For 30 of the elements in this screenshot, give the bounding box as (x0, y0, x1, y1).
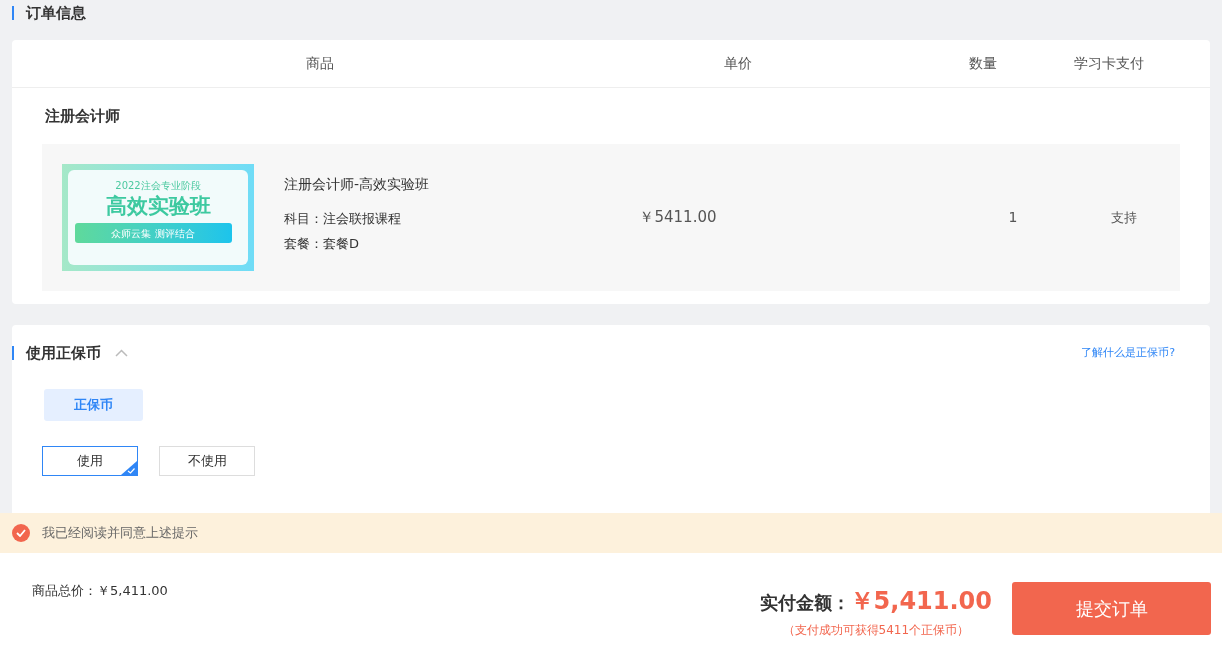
banner-ribbon: 众师云集 测评结合 (74, 223, 232, 243)
study-card-support: 支持 (1111, 208, 1137, 227)
banner-subtitle: 2022注会专业阶段 (115, 180, 201, 192)
option-button[interactable]: 不使用 (159, 446, 255, 476)
check-corner-icon (121, 461, 137, 475)
agreement-checkbox[interactable] (12, 524, 30, 542)
agreement-text: 我已经阅读并同意上述提示 (42, 524, 198, 543)
column-header: 商品 (306, 54, 334, 73)
submit-button[interactable]: 提交订单 (1012, 582, 1211, 635)
chevron-icon[interactable] (115, 349, 128, 357)
option-button[interactable]: 使用 (42, 446, 138, 476)
total-price: 商品总价：￥5,411.00 (32, 582, 168, 600)
quantity: 1 (1008, 208, 1018, 227)
banner-headline: 高效实验班 (105, 193, 211, 220)
section-title: 订单信息 (26, 2, 86, 24)
product-package: 套餐：套餐D (284, 235, 360, 253)
unit-price: ￥5411.00 (639, 207, 717, 229)
help-link[interactable]: 了解什么是正保币? (1081, 344, 1175, 362)
check-icon (16, 529, 26, 537)
product-name: 注册会计师-高效实验班 (284, 174, 430, 194)
section-title: 使用正保币 (26, 342, 101, 364)
column-header: 学习卡支付 (1074, 54, 1144, 73)
product-subject: 科目：注会联报课程 (284, 209, 402, 228)
reward-note: （支付成功可获得5411个正保币） (782, 622, 970, 639)
pay-amount: ￥5,411.00 (849, 586, 992, 617)
column-header: 单价 (724, 54, 752, 73)
coin-tab[interactable]: 正保币 (44, 389, 143, 421)
column-header: 数量 (969, 54, 997, 73)
group-title: 注册会计师 (45, 105, 120, 127)
pay-label: 实付金额： (759, 591, 850, 615)
